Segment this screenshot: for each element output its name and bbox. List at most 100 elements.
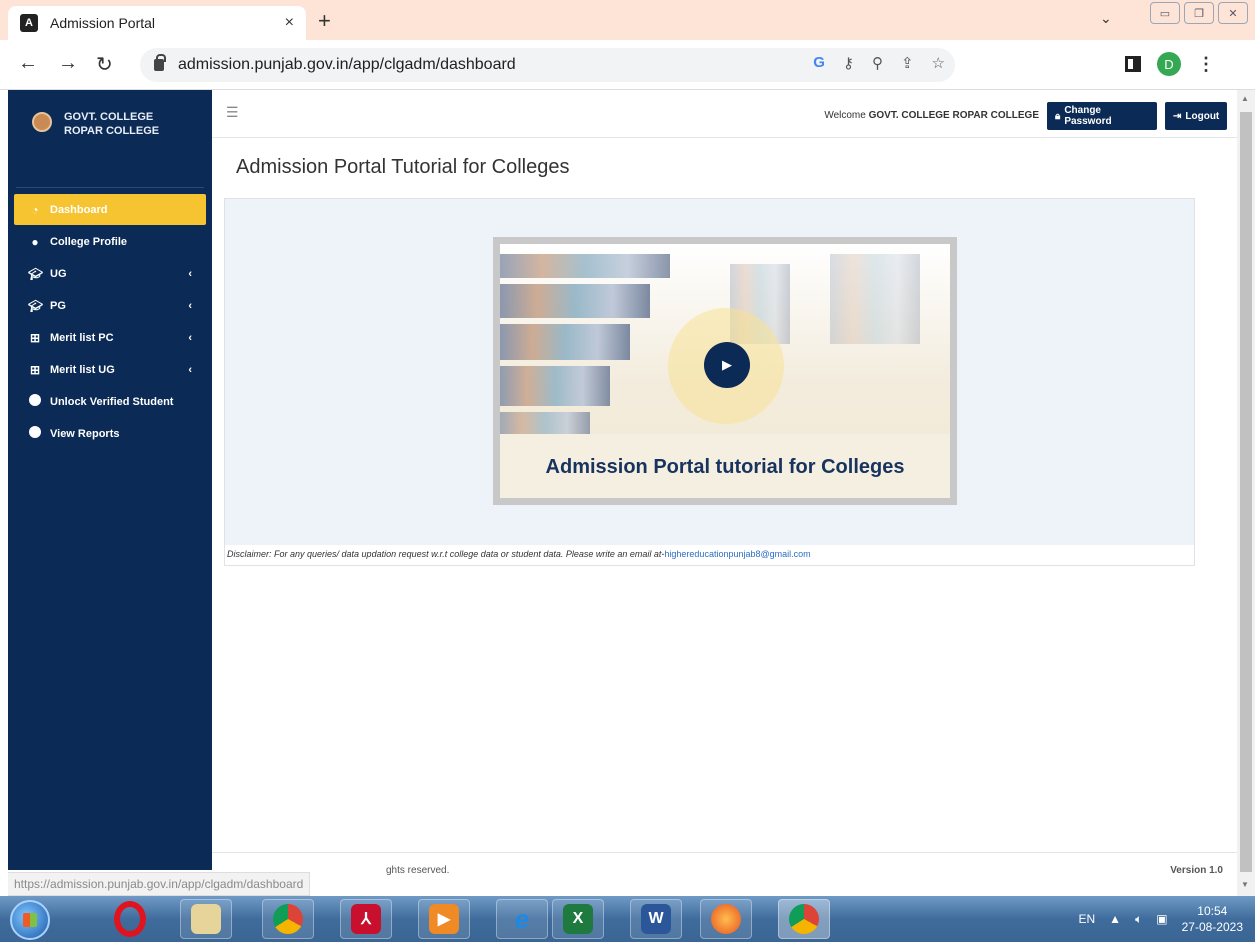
sidebar-item-view-reports[interactable]: View Reports: [14, 418, 206, 449]
footer: ghts reserved. Version 1.0: [212, 852, 1237, 888]
taskbar-word[interactable]: W: [630, 899, 682, 939]
video-caption: Admission Portal tutorial for Colleges: [545, 456, 905, 478]
welcome-text: Welcome GOVT. COLLEGE ROPAR COLLEGE: [824, 110, 1039, 121]
sitemap-icon: ⊞: [29, 362, 41, 377]
tab-search-chevron-icon[interactable]: ⌄: [1100, 10, 1112, 27]
clock-time: 10:54: [1197, 904, 1228, 918]
sidebar-item-label: College Profile: [50, 235, 128, 248]
sidebar-item-college-profile[interactable]: ● College Profile: [14, 226, 206, 257]
opera-icon: [114, 901, 146, 937]
disclaimer-text: Disclaimer: For any queries/ data updati…: [227, 549, 665, 559]
sitemap-icon: ⊞: [29, 330, 41, 345]
profile-avatar[interactable]: D: [1157, 52, 1181, 76]
sidebar-item-dashboard[interactable]: ◔ Dashboard: [14, 194, 206, 225]
side-panel-icon[interactable]: [1125, 56, 1141, 72]
share-icon[interactable]: ⇪: [901, 54, 914, 72]
bookmark-star-icon[interactable]: ☆: [932, 54, 945, 72]
hamburger-menu-icon[interactable]: ☰: [226, 104, 239, 121]
reload-icon[interactable]: ↻: [96, 52, 113, 77]
chrome-profile-icon: [789, 904, 819, 934]
browser-tab[interactable]: A Admission Portal ×: [8, 6, 306, 40]
folder-icon: [191, 904, 221, 934]
browser-menu-icon[interactable]: ⋮: [1197, 54, 1215, 75]
chrome-icon: [273, 904, 303, 934]
video-area: ▶ Admission Portal tutorial for Colleges: [225, 199, 1194, 545]
firefox-icon: [711, 904, 741, 934]
sidebar-menu: ◔ Dashboard ● College Profile 🎓︎ UG ‹ 🎓︎ PG ‹ ⊞ Mer…: [8, 194, 212, 449]
sidebar-item-label: Merit list UG: [50, 363, 115, 376]
scroll-down-icon[interactable]: ▼: [1241, 880, 1249, 889]
taskbar-excel[interactable]: X: [552, 899, 604, 939]
disclaimer-email-link[interactable]: highereducationpunjab8@gmail.com: [664, 549, 810, 559]
scroll-up-icon[interactable]: ▲: [1241, 94, 1249, 103]
college-name: GOVT. COLLEGE ROPAR COLLEGE: [64, 111, 160, 137]
graduation-cap-icon: 🎓︎: [28, 298, 44, 313]
sidebar-item-label: Unlock Verified Student: [50, 395, 174, 408]
clock-date: 27-08-2023: [1181, 920, 1243, 934]
new-tab-icon[interactable]: +: [318, 8, 331, 34]
taskbar-firefox[interactable]: [700, 899, 752, 939]
taskbar-acrobat[interactable]: ⅄: [340, 899, 392, 939]
key-icon[interactable]: ⚷: [843, 54, 854, 72]
close-window-icon[interactable]: ✕: [1218, 2, 1248, 24]
address-bar[interactable]: admission.punjab.gov.in/app/clgadm/dashb…: [140, 48, 955, 82]
sidebar-item-label: UG: [50, 267, 67, 280]
address-toolbar: ← → ↻ admission.punjab.gov.in/app/clgadm…: [0, 40, 1255, 90]
scroll-thumb[interactable]: [1240, 112, 1252, 872]
status-bar-url: https://admission.punjab.gov.in/app/clga…: [8, 872, 311, 896]
system-clock[interactable]: 10:54 27-08-2023: [1182, 903, 1243, 935]
tray-expand-icon[interactable]: ▲: [1109, 912, 1121, 926]
logout-label: Logout: [1185, 110, 1220, 122]
lock-icon[interactable]: [154, 54, 166, 71]
tutorial-card: ▶ Admission Portal tutorial for Colleges…: [224, 198, 1195, 566]
maximize-icon[interactable]: ❐: [1184, 2, 1214, 24]
sidebar-item-merit-list-pc[interactable]: ⊞ Merit list PC ‹: [14, 322, 206, 353]
college-logo-icon: [32, 112, 52, 132]
change-password-button[interactable]: 🔒︎ Change Password: [1047, 102, 1157, 130]
tutorial-video[interactable]: ▶ Admission Portal tutorial for Colleges: [493, 237, 957, 505]
minimize-icon[interactable]: ▭: [1150, 2, 1180, 24]
change-password-label: Change Password: [1064, 105, 1112, 127]
user-icon: ●: [31, 234, 39, 249]
graduation-cap-icon: 🎓︎: [28, 266, 44, 281]
window-controls: ▭ ❐ ✕: [1150, 2, 1248, 24]
sidebar-item-label: View Reports: [50, 427, 120, 440]
welcome-prefix: Welcome: [824, 110, 866, 121]
system-tray: EN ▲ 🔈︎ ▣ 10:54 27-08-2023: [1079, 896, 1244, 942]
sidebar-item-pg[interactable]: 🎓︎ PG ‹: [14, 290, 206, 321]
word-icon: W: [641, 904, 671, 934]
back-arrow-icon[interactable]: ←: [18, 52, 38, 75]
angular-favicon-icon: A: [20, 14, 38, 32]
page-scrollbar[interactable]: ▲ ▼: [1237, 90, 1255, 896]
welcome-name: GOVT. COLLEGE ROPAR COLLEGE: [868, 110, 1039, 121]
sidebar-item-merit-list-ug[interactable]: ⊞ Merit list UG ‹: [14, 354, 206, 385]
taskbar-media[interactable]: ▶: [418, 899, 470, 939]
tab-close-icon[interactable]: ×: [285, 14, 294, 32]
taskbar-ie[interactable]: e: [496, 899, 548, 939]
language-indicator[interactable]: EN: [1079, 912, 1096, 926]
forward-arrow-icon[interactable]: →: [58, 52, 78, 75]
sidebar-item-unlock-verified-student[interactable]: Unlock Verified Student: [14, 386, 206, 417]
taskbar-explorer[interactable]: [180, 899, 232, 939]
start-button[interactable]: [10, 900, 50, 940]
logout-button[interactable]: ⇥ Logout: [1165, 102, 1227, 130]
taskbar-chrome-active[interactable]: [778, 899, 830, 939]
internet-explorer-icon: e: [514, 903, 530, 934]
google-translate-icon[interactable]: G: [813, 54, 825, 72]
sidebar-item-label: Dashboard: [50, 203, 108, 216]
circle-icon: [28, 394, 42, 409]
sidebar-item-ug[interactable]: 🎓︎ UG ‹: [14, 258, 206, 289]
top-navbar: ☰ Welcome GOVT. COLLEGE ROPAR COLLEGE 🔒︎…: [212, 90, 1237, 138]
media-player-icon: ▶: [429, 904, 459, 934]
taskbar-chrome[interactable]: [262, 899, 314, 939]
chevron-left-icon: ‹: [188, 363, 192, 376]
taskbar-opera[interactable]: [104, 899, 156, 939]
college-brand[interactable]: GOVT. COLLEGE ROPAR COLLEGE: [16, 90, 204, 188]
zoom-icon[interactable]: ⚲: [872, 54, 883, 72]
chevron-left-icon: ‹: [188, 267, 192, 280]
tab-title: Admission Portal: [50, 15, 156, 31]
network-icon[interactable]: ▣: [1156, 912, 1167, 926]
disclaimer: Disclaimer: For any queries/ data updati…: [227, 549, 811, 559]
play-icon[interactable]: ▶: [704, 342, 750, 388]
volume-icon[interactable]: 🔈︎: [1135, 912, 1142, 927]
